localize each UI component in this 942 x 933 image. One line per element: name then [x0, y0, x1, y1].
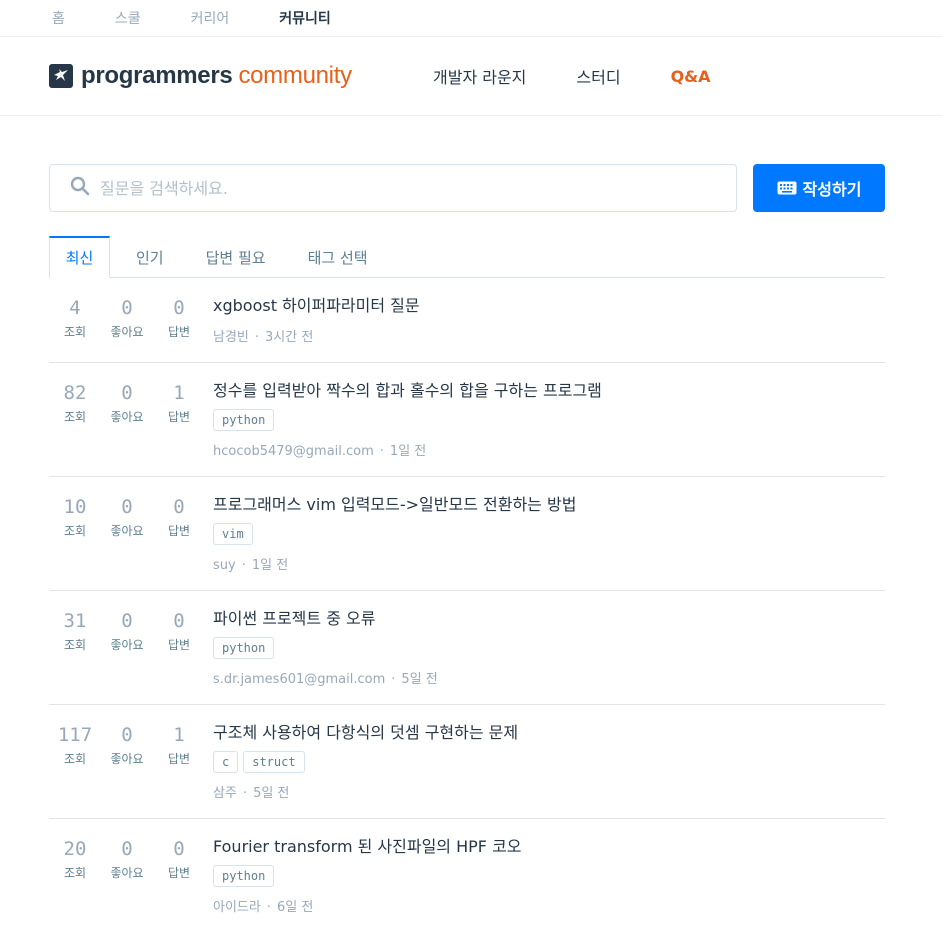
author-name[interactable]: 남경빈 — [213, 330, 249, 345]
question-meta: s.dr.james601@gmail.com · 5일 전 — [213, 672, 438, 687]
author-name[interactable]: suy — [213, 558, 236, 573]
answer-count: 1 답변 — [167, 382, 191, 424]
post-time: 6일 전 — [276, 900, 314, 915]
question-title[interactable]: 구조체 사용하여 다항식의 덧셈 구현하는 문제 — [213, 722, 885, 744]
view-count: 20 조회 — [63, 838, 87, 880]
author-name[interactable]: s.dr.james601@gmail.com — [213, 672, 385, 687]
question-stats: 20 조회 0 좋아요 0 답변 — [49, 836, 213, 933]
write-question-button[interactable]: 작성하기 — [753, 164, 885, 212]
like-count: 0 좋아요 — [110, 382, 144, 424]
post-time: 5일 전 — [401, 672, 438, 687]
like-count: 0 좋아요 — [110, 838, 144, 880]
question-meta: 아이드라 · 6일 전 — [213, 900, 314, 915]
question-meta: suy · 1일 전 — [213, 558, 289, 573]
question-meta: 삼주 · 5일 전 — [213, 786, 290, 801]
nav-dev-lounge[interactable]: 개발자 라운지 — [433, 64, 526, 88]
question-stats: 82 조회 0 좋아요 1 답변 — [49, 380, 213, 476]
tab-needs-answer[interactable]: 답변 필요 — [190, 236, 282, 278]
tag-list: python — [213, 409, 885, 431]
post-time: 1일 전 — [251, 558, 289, 573]
question-title[interactable]: 정수를 입력받아 짝수의 합과 홀수의 합을 구하는 프로그램 — [213, 380, 885, 402]
question-list: 4 조회 0 좋아요 0 답변 xgboost 하이퍼파라미터 질문 남경빈 · 3시간 … — [49, 278, 885, 933]
tag-list: python — [213, 637, 885, 659]
question-stats: 117 조회 0 좋아요 1 답변 — [49, 722, 213, 818]
author-name[interactable]: 삼주 — [213, 786, 237, 801]
tag[interactable]: c — [213, 751, 239, 773]
top-nav-home[interactable]: 홈 — [52, 8, 65, 28]
tag[interactable]: python — [213, 865, 275, 887]
view-count: 4 조회 — [63, 297, 87, 339]
question-stats: 10 조회 0 좋아요 0 답변 — [49, 494, 213, 590]
keyboard-icon — [777, 181, 797, 195]
logo-subtext: community — [238, 62, 352, 89]
tab-popular[interactable]: 인기 — [120, 236, 180, 278]
answer-count: 0 답변 — [167, 838, 191, 880]
top-nav-community[interactable]: 커뮤니티 — [279, 8, 331, 28]
question-stats: 4 조회 0 좋아요 0 답변 — [49, 295, 213, 362]
view-count: 10 조회 — [63, 496, 87, 538]
search-input[interactable] — [100, 178, 660, 198]
like-count: 0 좋아요 — [110, 297, 144, 339]
programmers-logo-icon — [49, 64, 73, 88]
tag[interactable]: struct — [243, 751, 305, 773]
view-count: 82 조회 — [63, 382, 87, 424]
question-meta: 남경빈 · 3시간 전 — [213, 330, 314, 345]
answer-count: 0 답변 — [167, 297, 191, 339]
question-row: 10 조회 0 좋아요 0 답변 프로그래머스 vim 입력모드->일반모드 전환하는… — [49, 477, 885, 591]
answer-count: 0 답변 — [167, 610, 191, 652]
author-name[interactable]: 아이드라 — [213, 900, 261, 915]
tag[interactable]: python — [213, 637, 275, 659]
view-count: 31 조회 — [63, 610, 87, 652]
tag-list: python — [213, 865, 885, 887]
logo-text: programmers — [81, 62, 233, 89]
question-stats: 31 조회 0 좋아요 0 답변 — [49, 608, 213, 704]
post-time: 1일 전 — [389, 444, 427, 459]
search-box[interactable] — [49, 164, 737, 212]
write-button-label: 작성하기 — [802, 180, 862, 199]
question-row: 4 조회 0 좋아요 0 답변 xgboost 하이퍼파라미터 질문 남경빈 · 3시간 … — [49, 278, 885, 363]
site-header: programmers community 개발자 라운지 스터디 Q&A — [0, 37, 942, 116]
post-time: 5일 전 — [253, 786, 290, 801]
view-count: 117 조회 — [57, 724, 93, 766]
question-title[interactable]: Fourier transform 된 사진파일의 HPF 코오 — [213, 836, 885, 858]
sort-tabs: 최신 인기 답변 필요 태그 선택 — [49, 236, 885, 278]
nav-qna[interactable]: Q&A — [671, 67, 711, 86]
tab-latest[interactable]: 최신 — [49, 236, 110, 278]
author-name[interactable]: hcocob5479@gmail.com — [213, 444, 374, 459]
question-row: 82 조회 0 좋아요 1 답변 정수를 입력받아 짝수의 합과 홀수의 합을 구하는… — [49, 363, 885, 477]
question-title[interactable]: 프로그래머스 vim 입력모드->일반모드 전환하는 방법 — [213, 494, 885, 516]
top-nav-career[interactable]: 커리어 — [191, 8, 230, 28]
like-count: 0 좋아요 — [110, 724, 144, 766]
search-icon — [70, 176, 90, 200]
tag[interactable]: python — [213, 409, 275, 431]
answer-count: 0 답변 — [167, 496, 191, 538]
top-nav: 홈 스쿨 커리어 커뮤니티 — [0, 0, 942, 37]
post-time: 3시간 전 — [265, 330, 314, 345]
like-count: 0 좋아요 — [110, 610, 144, 652]
nav-study[interactable]: 스터디 — [576, 64, 620, 88]
logo[interactable]: programmers community — [49, 62, 413, 90]
search-row: 작성하기 — [49, 164, 885, 212]
question-meta: hcocob5479@gmail.com · 1일 전 — [213, 444, 427, 459]
tag-list: c struct — [213, 751, 885, 773]
main-nav: 개발자 라운지 스터디 Q&A — [413, 64, 741, 88]
question-title[interactable]: xgboost 하이퍼파라미터 질문 — [213, 295, 885, 317]
question-row: 117 조회 0 좋아요 1 답변 구조체 사용하여 다항식의 덧셈 구현하는 문제 … — [49, 705, 885, 819]
question-row: 20 조회 0 좋아요 0 답변 Fourier transform 된 사진파일의 … — [49, 819, 885, 933]
question-title[interactable]: 파이썬 프로젝트 중 오류 — [213, 608, 885, 630]
top-nav-school[interactable]: 스쿨 — [115, 8, 141, 28]
answer-count: 1 답변 — [167, 724, 191, 766]
question-row: 31 조회 0 좋아요 0 답변 파이썬 프로젝트 중 오류 python s.dr.… — [49, 591, 885, 705]
tag[interactable]: vim — [213, 523, 253, 545]
tag-list: vim — [213, 523, 885, 545]
tab-tag-select[interactable]: 태그 선택 — [292, 236, 384, 278]
like-count: 0 좋아요 — [110, 496, 144, 538]
